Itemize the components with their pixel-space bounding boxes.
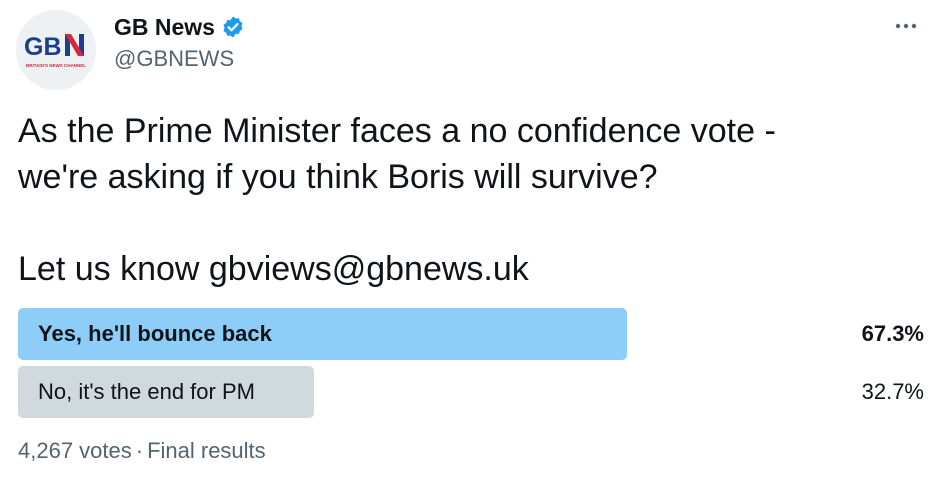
poll-footer: 4,267 votes · Final results [18,436,266,466]
poll-option-percent: 67.3% [861,321,924,346]
poll-footer-separator: · [135,438,144,463]
tweet-line: we're asking if you think Boris will sur… [18,158,658,196]
poll-option-percent: 32.7% [861,379,924,404]
poll-option-label: No, it's the end for PM [38,379,255,404]
gb-news-logo-icon: GB BRITAIN'S NEWS CHANNEL [16,10,96,90]
poll: Yes, he'll bounce back 67.3% No, it's th… [18,308,924,424]
more-icon [895,23,917,29]
line-break [18,200,918,246]
tweet-line: As the Prime Minister faces a no confide… [18,112,776,150]
logo-text-gb: GB [24,33,62,61]
tweet-line: Let us know gbviews@gbnews.uk [18,250,529,288]
verified-badge-icon [221,15,245,39]
logo-tagline: BRITAIN'S NEWS CHANNEL [26,63,86,68]
poll-option: Yes, he'll bounce back 67.3% [18,308,924,360]
name-row: GB News [114,12,245,42]
tweet-author: GB News @GBNEWS [114,12,245,74]
tweet-text: As the Prime Minister faces a no confide… [18,108,918,292]
poll-option: No, it's the end for PM 32.7% [18,366,924,418]
avatar[interactable]: GB BRITAIN'S NEWS CHANNEL [16,10,96,90]
more-options-button[interactable] [892,12,920,40]
user-handle[interactable]: @GBNEWS [114,44,245,74]
display-name[interactable]: GB News [114,12,215,42]
poll-status: Final results [147,438,266,463]
poll-option-label: Yes, he'll bounce back [38,321,272,346]
poll-vote-count: 4,267 votes [18,438,132,463]
